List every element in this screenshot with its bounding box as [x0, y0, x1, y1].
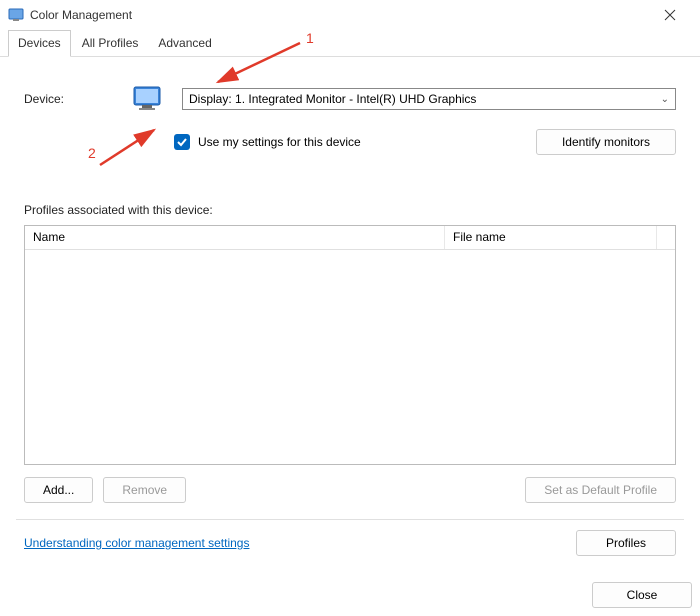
set-default-button[interactable]: Set as Default Profile — [525, 477, 676, 503]
app-icon — [8, 7, 24, 23]
close-icon[interactable] — [648, 0, 692, 30]
annotation-number-1: 1 — [306, 30, 314, 46]
annotation-number-2: 2 — [88, 145, 96, 161]
device-dropdown[interactable]: Display: 1. Integrated Monitor - Intel(R… — [182, 88, 676, 110]
profiles-label: Profiles associated with this device: — [24, 203, 676, 217]
column-header-file[interactable]: File name — [445, 226, 657, 249]
column-header-name[interactable]: Name — [25, 226, 445, 249]
remove-button[interactable]: Remove — [103, 477, 186, 503]
device-label: Device: — [24, 92, 114, 106]
divider — [16, 519, 684, 520]
window-title: Color Management — [30, 8, 648, 22]
close-button[interactable]: Close — [592, 582, 692, 608]
use-my-settings-label: Use my settings for this device — [198, 135, 361, 149]
tab-all-profiles[interactable]: All Profiles — [73, 30, 148, 56]
chevron-down-icon: ⌄ — [661, 94, 669, 105]
column-header-end — [657, 226, 675, 249]
use-my-settings-checkbox[interactable] — [174, 134, 190, 150]
understanding-link[interactable]: Understanding color management settings — [24, 536, 249, 550]
tabs: Devices All Profiles Advanced — [0, 30, 700, 57]
identify-monitors-button[interactable]: Identify monitors — [536, 129, 676, 155]
device-selected-text: Display: 1. Integrated Monitor - Intel(R… — [189, 92, 476, 106]
monitor-icon — [132, 83, 164, 115]
profiles-button[interactable]: Profiles — [576, 530, 676, 556]
profiles-table: Name File name — [24, 225, 676, 465]
add-button[interactable]: Add... — [24, 477, 93, 503]
tab-advanced[interactable]: Advanced — [149, 30, 220, 56]
tab-devices[interactable]: Devices — [8, 30, 71, 57]
